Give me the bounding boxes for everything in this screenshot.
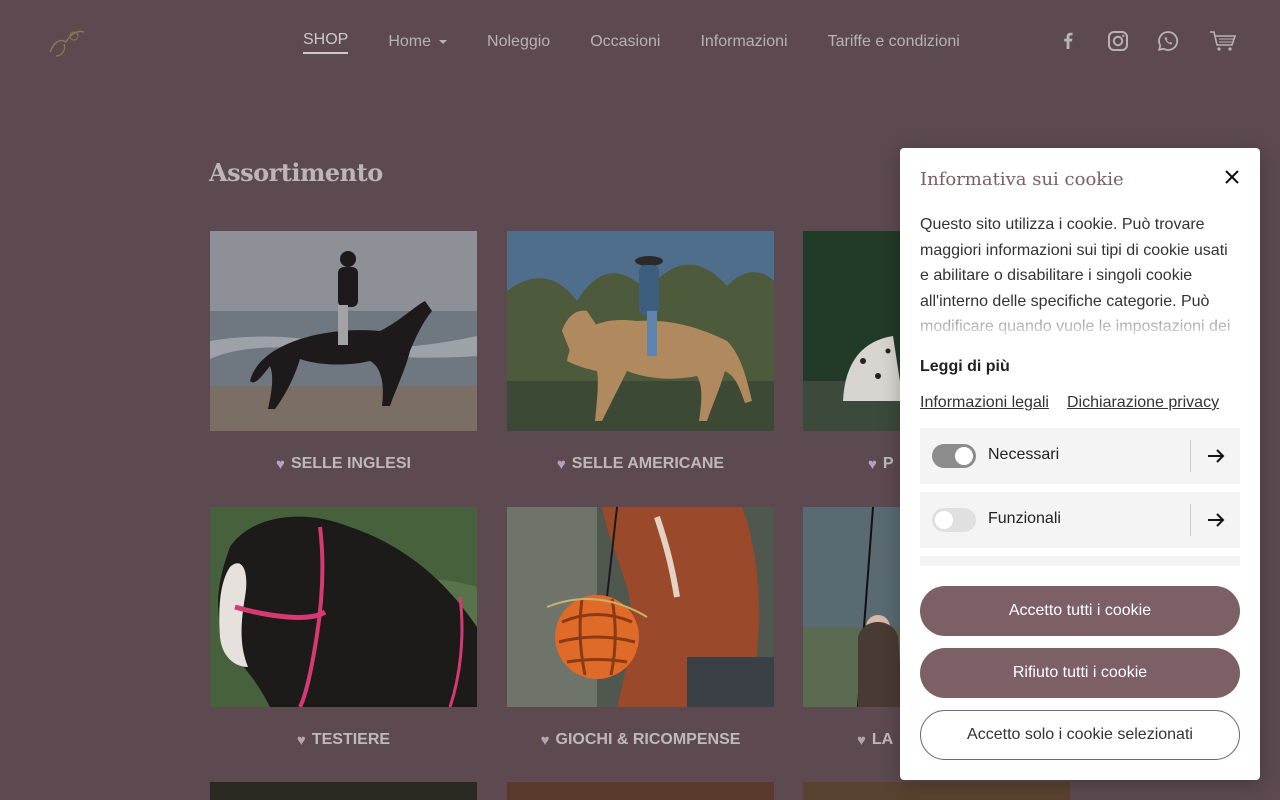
nav-item-label: Tariffe e condizioni: [827, 33, 960, 50]
category-image: [210, 507, 477, 707]
category-label: ♥ TESTIERE: [210, 731, 477, 749]
nav-item-home[interactable]: Home: [388, 30, 448, 54]
funzionali-toggle[interactable]: [932, 508, 976, 532]
cart-icon[interactable]: [1209, 28, 1237, 54]
category-tile-8[interactable]: [507, 782, 774, 800]
toggle-knob: [955, 447, 973, 465]
category-image: [507, 231, 774, 431]
close-icon[interactable]: [1222, 167, 1242, 187]
category-label-text: P: [882, 455, 894, 472]
accept-selected-button[interactable]: Accetto solo i cookie selezionati: [920, 710, 1240, 760]
nav-item-informazioni[interactable]: Informazioni: [700, 30, 787, 54]
heart-icon: ♥: [540, 731, 550, 749]
nav-item-label: SHOP: [303, 31, 349, 48]
cookie-category-more: [920, 556, 1240, 566]
category-tile-selle-inglesi[interactable]: ♥ SELLE INGLESI: [210, 231, 477, 473]
cookie-description: Questo sito utilizza i cookie. Può trova…: [920, 212, 1240, 336]
category-tile-testiere[interactable]: ♥ TESTIERE: [210, 507, 477, 749]
accept-all-button[interactable]: Accetto tutti i cookie: [920, 586, 1240, 636]
nav-item-occasioni[interactable]: Occasioni: [590, 30, 660, 54]
category-image: [507, 507, 774, 707]
category-tile-9[interactable]: [803, 782, 1070, 800]
site-header: SHOP Home Noleggio Occasioni Informazion…: [0, 0, 1280, 80]
cookie-category-label: Necessari: [988, 446, 1060, 463]
category-label-text: SELLE AMERICANE: [571, 455, 725, 472]
nav-item-label: Home: [388, 33, 432, 50]
category-label-text: GIOCHI & RICOMPENSE: [555, 731, 741, 748]
cookie-category-funzionali: Funzionali: [920, 492, 1240, 548]
heart-icon: ♥: [556, 455, 566, 473]
category-tile-selle-americane[interactable]: ♥ SELLE AMERICANE: [507, 231, 774, 473]
heart-icon: ♥: [276, 455, 285, 473]
main-nav: SHOP Home Noleggio Occasioni Informazion…: [303, 30, 960, 54]
arrow-right-icon[interactable]: [1204, 508, 1228, 532]
cookie-dialog-title: Informativa sui cookie: [920, 169, 1124, 190]
category-label-text: LA: [871, 731, 894, 748]
brand-logo[interactable]: [44, 22, 88, 62]
privacy-statement-link[interactable]: Dichiarazione privacy: [1067, 394, 1219, 412]
nav-item-label: Informazioni: [700, 33, 788, 50]
whatsapp-icon[interactable]: [1155, 28, 1181, 54]
category-label: ♥ SELLE INGLESI: [210, 455, 477, 473]
category-label-text: SELLE INGLESI: [290, 455, 411, 472]
category-image: [210, 231, 477, 431]
nav-item-noleggio[interactable]: Noleggio: [487, 30, 550, 54]
cookie-category-necessari: Necessari: [920, 428, 1240, 484]
heart-icon: ♥: [296, 731, 306, 749]
category-label: ♥ GIOCHI & RICOMPENSE: [507, 731, 774, 749]
category-tile-giochi-ricompense[interactable]: ♥ GIOCHI & RICOMPENSE: [507, 507, 774, 749]
nav-item-label: Noleggio: [487, 33, 551, 50]
section-title: Assortimento: [209, 158, 383, 187]
nav-item-tariffe[interactable]: Tariffe e condizioni: [828, 30, 960, 54]
heart-icon: ♥: [857, 731, 866, 749]
category-label-text: TESTIERE: [311, 731, 391, 748]
cookie-category-label: Funzionali: [988, 510, 1061, 527]
divider: [1190, 440, 1191, 472]
arrow-right-icon[interactable]: [1204, 444, 1228, 468]
heart-icon: ♥: [868, 455, 877, 473]
chevron-down-icon: [439, 40, 448, 44]
nav-item-label: Occasioni: [590, 33, 661, 50]
nav-item-shop[interactable]: SHOP: [303, 30, 349, 54]
category-tile-7[interactable]: [210, 782, 477, 800]
facebook-icon[interactable]: [1055, 28, 1081, 54]
category-label: ♥ SELLE AMERICANE: [507, 455, 774, 473]
read-more-heading: Leggi di più: [920, 358, 1010, 375]
toggle-knob: [935, 511, 953, 529]
cookie-dialog: Informativa sui cookie Questo sito utili…: [900, 148, 1260, 780]
necessari-toggle[interactable]: [932, 444, 976, 468]
instagram-icon[interactable]: [1105, 28, 1131, 54]
reject-all-button[interactable]: Rifiuto tutti i cookie: [920, 648, 1240, 698]
legal-info-link[interactable]: Informazioni legali: [920, 394, 1049, 412]
divider: [1190, 504, 1191, 536]
